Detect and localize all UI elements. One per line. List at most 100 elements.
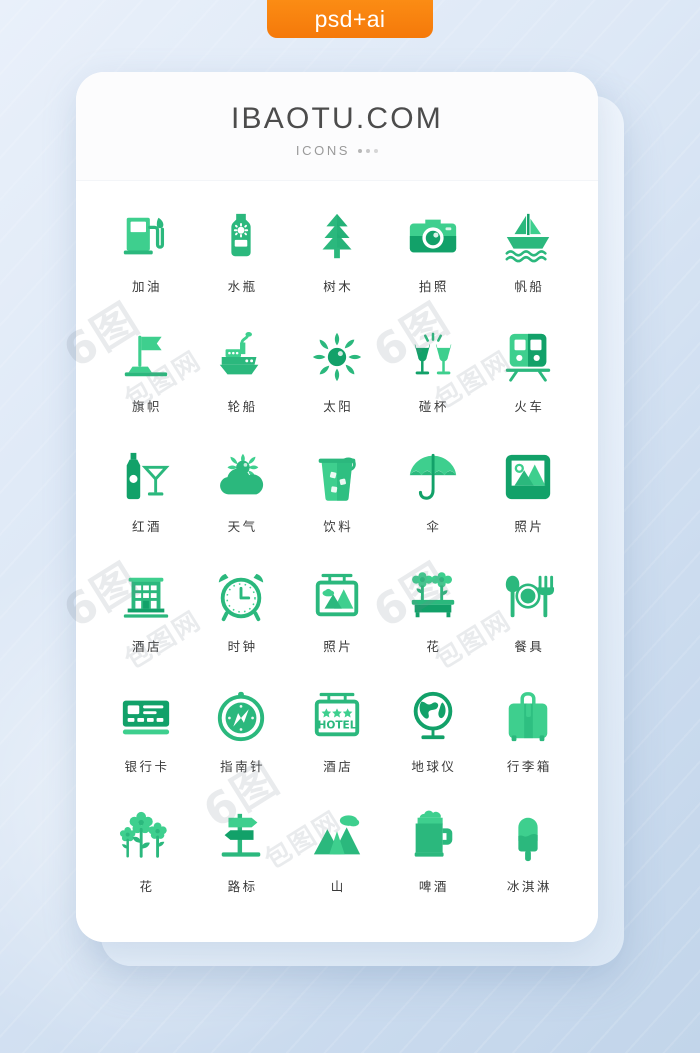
photo-sign-icon	[310, 567, 364, 627]
ice-cream-icon	[501, 807, 555, 867]
icon-cell-weather[interactable]: 天气	[194, 447, 290, 549]
camera-icon	[406, 207, 460, 267]
icon-label: 火车	[514, 399, 545, 414]
icon-label: 伞	[426, 519, 442, 534]
icon-label: 碰杯	[418, 399, 449, 414]
icon-label: 天气	[227, 519, 258, 534]
bank-card-icon	[119, 687, 173, 747]
icon-label: 照片	[323, 639, 354, 654]
icon-cell-gas-pump[interactable]: 加油	[98, 207, 194, 309]
icon-label: 酒店	[323, 759, 354, 774]
icon-cell-tableware[interactable]: 餐具	[480, 567, 576, 669]
icon-label: 水瓶	[227, 279, 258, 294]
icon-label: 加油	[132, 279, 163, 294]
icon-cell-globe[interactable]: 地球仪	[385, 687, 481, 789]
icon-label: 行李箱	[506, 759, 552, 774]
icon-label: 时钟	[227, 639, 258, 654]
icon-label: 山	[330, 879, 346, 894]
icon-cell-luggage[interactable]: 行李箱	[480, 687, 576, 789]
subtitle-row: ICONS	[76, 143, 598, 158]
icon-cell-flag[interactable]: 旗帜	[98, 327, 194, 429]
luggage-icon	[501, 687, 555, 747]
globe-icon	[406, 687, 460, 747]
signpost-icon	[214, 807, 268, 867]
icon-cell-water-bottle[interactable]: 水瓶	[194, 207, 290, 309]
icon-label: 餐具	[514, 639, 545, 654]
sun-icon	[310, 327, 364, 387]
icon-label: 树木	[323, 279, 354, 294]
tree-icon	[310, 207, 364, 267]
icon-set-card: IBAOTU.COM ICONS 加油 水瓶 树木 拍照 帆船 旗帜 轮船 太阳…	[76, 72, 598, 942]
icon-grid: 加油 水瓶 树木 拍照 帆船 旗帜 轮船 太阳 碰杯 火车 红酒 天气 饮料 伞…	[98, 207, 576, 909]
icon-label: 路标	[227, 879, 258, 894]
format-badge: psd+ai	[267, 0, 433, 38]
icon-cell-mountain[interactable]: 山	[289, 807, 385, 909]
flower-planter-icon	[406, 567, 460, 627]
icon-label: 帆船	[514, 279, 545, 294]
page-title: IBAOTU.COM	[230, 102, 443, 135]
icon-cell-flower-planter[interactable]: 花	[385, 567, 481, 669]
alarm-clock-icon	[214, 567, 268, 627]
gas-pump-icon	[119, 207, 173, 267]
icon-cell-alarm-clock[interactable]: 时钟	[194, 567, 290, 669]
icon-cell-tree[interactable]: 树木	[289, 207, 385, 309]
icon-cell-signpost[interactable]: 路标	[194, 807, 290, 909]
icon-cell-ice-cream[interactable]: 冰淇淋	[480, 807, 576, 909]
train-icon	[501, 327, 555, 387]
icon-label: 地球仪	[411, 759, 457, 774]
icon-grid-body: 加油 水瓶 树木 拍照 帆船 旗帜 轮船 太阳 碰杯 火车 红酒 天气 饮料 伞…	[76, 180, 598, 942]
icon-cell-camera[interactable]: 拍照	[385, 207, 481, 309]
icon-label: 太阳	[323, 399, 354, 414]
card-header: IBAOTU.COM ICONS	[76, 72, 598, 180]
water-bottle-icon	[214, 207, 268, 267]
umbrella-icon	[406, 447, 460, 507]
sailboat-icon	[501, 207, 555, 267]
beer-icon	[406, 807, 460, 867]
icon-label: 酒店	[132, 639, 163, 654]
dots-icon	[358, 148, 379, 153]
mountain-icon	[310, 807, 364, 867]
page-subtitle: ICONS	[295, 143, 351, 158]
icon-label: 红酒	[132, 519, 163, 534]
icon-cell-beverage[interactable]: 饮料	[289, 447, 385, 549]
photo-icon	[501, 447, 555, 507]
cheers-icon	[406, 327, 460, 387]
icon-label: 花	[139, 879, 155, 894]
icon-label: 旗帜	[132, 399, 163, 414]
tableware-icon	[501, 567, 555, 627]
hotel-building-icon	[119, 567, 173, 627]
icon-cell-hotel-sign[interactable]: HOTEL 酒店	[289, 687, 385, 789]
icon-cell-beer[interactable]: 啤酒	[385, 807, 481, 909]
beverage-icon	[310, 447, 364, 507]
weather-icon	[214, 447, 268, 507]
icon-cell-bank-card[interactable]: 银行卡	[98, 687, 194, 789]
icon-cell-sun[interactable]: 太阳	[289, 327, 385, 429]
hotel-sign-icon: HOTEL	[310, 687, 364, 747]
icon-label: 轮船	[227, 399, 258, 414]
icon-cell-flowers[interactable]: 花	[98, 807, 194, 909]
compass-icon	[214, 687, 268, 747]
icon-label: 照片	[514, 519, 545, 534]
icon-cell-hotel-building[interactable]: 酒店	[98, 567, 194, 669]
wine-icon	[119, 447, 173, 507]
icon-cell-photo-sign[interactable]: 照片	[289, 567, 385, 669]
icon-cell-cheers[interactable]: 碰杯	[385, 327, 481, 429]
icon-label: 饮料	[323, 519, 354, 534]
icon-label: 冰淇淋	[506, 879, 552, 894]
icon-cell-sailboat[interactable]: 帆船	[480, 207, 576, 309]
icon-cell-compass[interactable]: 指南针	[194, 687, 290, 789]
icon-label: 银行卡	[124, 759, 170, 774]
icon-cell-umbrella[interactable]: 伞	[385, 447, 481, 549]
icon-label: 啤酒	[418, 879, 449, 894]
icon-cell-steamship[interactable]: 轮船	[194, 327, 290, 429]
icon-cell-train[interactable]: 火车	[480, 327, 576, 429]
icon-cell-wine[interactable]: 红酒	[98, 447, 194, 549]
icon-cell-photo[interactable]: 照片	[480, 447, 576, 549]
icon-label: 拍照	[418, 279, 449, 294]
icon-label: 指南针	[220, 759, 266, 774]
flag-icon	[119, 327, 173, 387]
icon-label: 花	[426, 639, 442, 654]
steamship-icon	[214, 327, 268, 387]
flowers-icon	[119, 807, 173, 867]
svg-text:HOTEL: HOTEL	[317, 720, 356, 732]
